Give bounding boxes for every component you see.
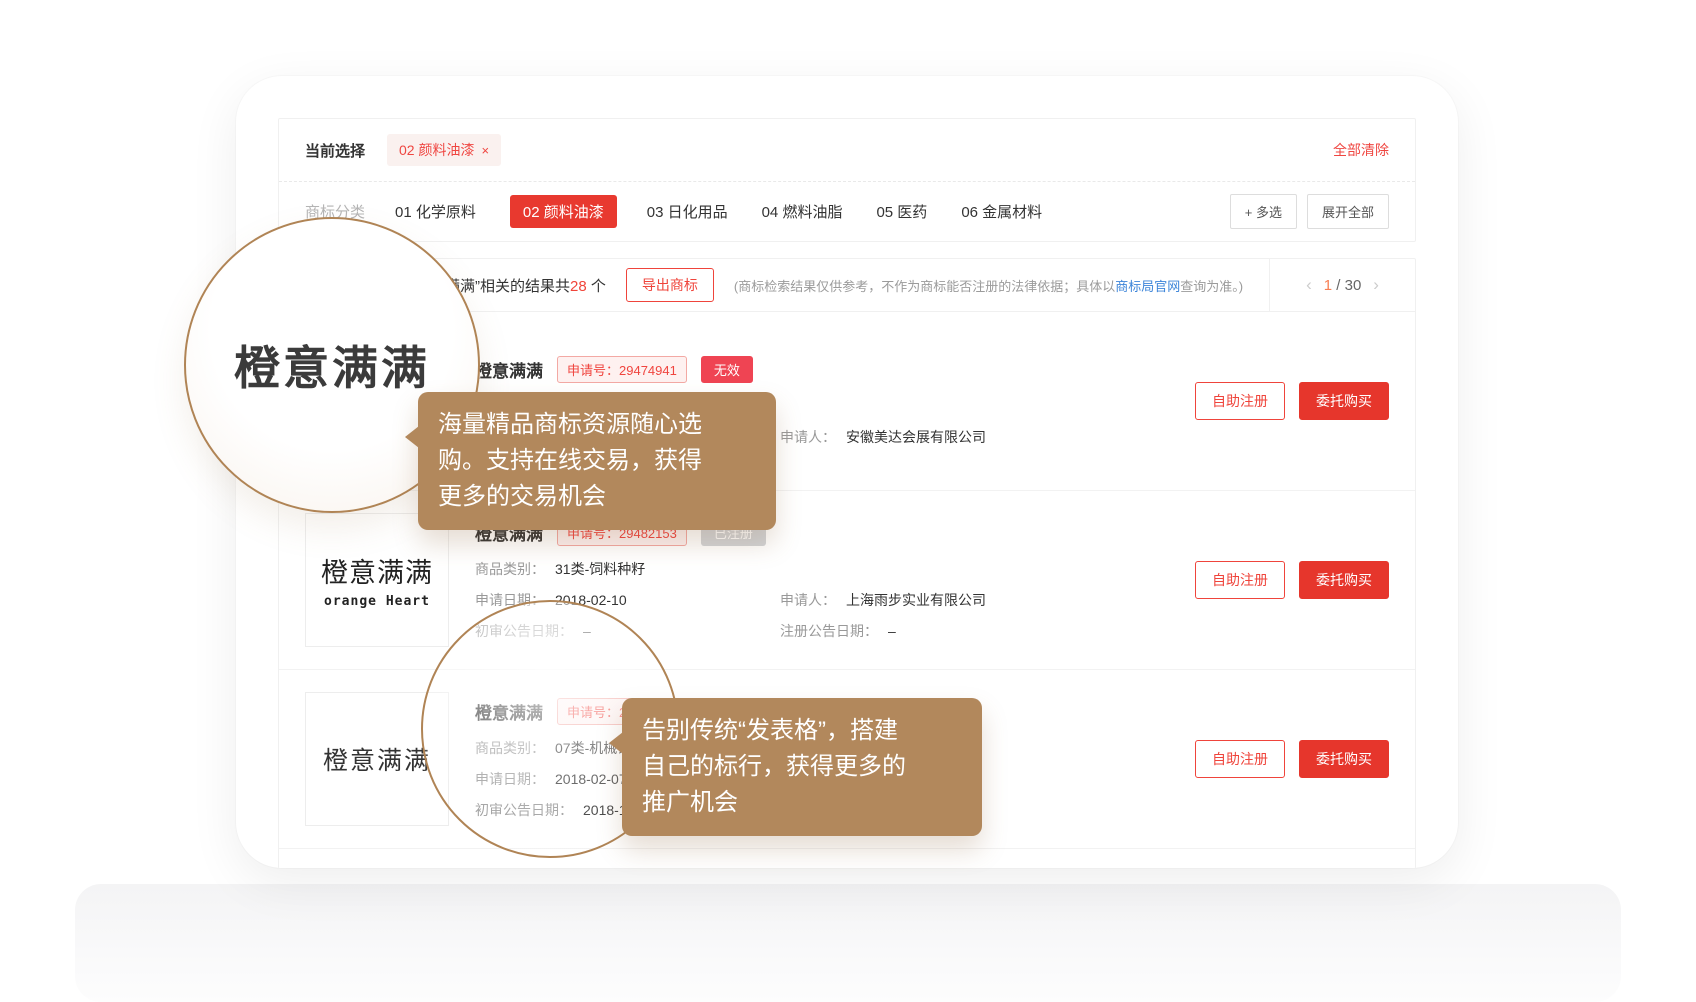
date-field-value: 2018-02-10 (555, 592, 627, 608)
remove-filter-icon[interactable]: × (481, 143, 489, 158)
trademark-title-line: 橙意满满 申请号：29474941 无效 (475, 356, 1175, 383)
page-indicator: 1 / 30 (1324, 277, 1362, 294)
first-publication-label: 初审公告日期： (475, 800, 573, 820)
date-field-label: 申请日期： (475, 769, 545, 789)
registration-publication-value: – (888, 623, 896, 639)
trademark-office-link[interactable]: 商标局官网 (1115, 279, 1180, 294)
category-chip-05[interactable]: 05 医药 (876, 195, 927, 228)
results-count-unit: 个 (587, 278, 606, 295)
trademark-details: 橙意满满 申请号：29482153 已注册 商品类别： 31类-饲料种籽 申请日… (475, 519, 1175, 641)
trademark-image: 橙意满满 orange Heart (305, 513, 449, 647)
current-selection-label: 当前选择 (305, 140, 365, 161)
application-number-label: 申请号： (567, 363, 619, 378)
prev-page-icon[interactable]: ‹ (1306, 275, 1312, 295)
application-number-label: 申请号： (567, 705, 619, 720)
trademark-image: 橙意满满 (305, 692, 449, 826)
trademark-mark-text: 橙意满满 (321, 551, 433, 590)
filter-panel: 当前选择 02 颜料油漆 × 全部清除 商标分类 01 化学原料 02 颜料油漆… (278, 118, 1416, 242)
detail-line: 申请日期： 2018-02-10 申请人： 上海雨步实业有限公司 (475, 590, 1175, 610)
pagination: ‹ 1 / 30 › (1269, 259, 1415, 311)
page-separator: / (1336, 277, 1340, 294)
date-field-label: 申请日期： (475, 590, 545, 610)
magnified-trademark-text: 橙意满满 (234, 332, 430, 398)
category-chip-06[interactable]: 06 金属材料 (961, 195, 1042, 228)
applicant-pair: 申请人： 安徽美达会展有限公司 (780, 427, 986, 447)
application-number-tag: 申请号：29474941 (557, 356, 687, 383)
registration-publication-label: 注册公告日期： (780, 621, 878, 641)
category-chip-01[interactable]: 01 化学原料 (395, 195, 476, 228)
trademark-mark-text: 橙意满满 (323, 741, 431, 777)
page: 当前选择 02 颜料油漆 × 全部清除 商标分类 01 化学原料 02 颜料油漆… (0, 0, 1696, 1002)
application-number-value: 29474941 (619, 363, 677, 378)
results-count-number: 28 (570, 278, 587, 295)
callout-line: 海量精品商标资源随心选 (438, 407, 756, 443)
category-field-label: 商品类别： (475, 559, 545, 579)
current-page: 1 (1324, 277, 1332, 294)
first-publication-value: – (583, 623, 591, 639)
status-badge: 无效 (701, 356, 753, 383)
category-field-value: 31类-饲料种籽 (555, 559, 645, 579)
clear-all-link[interactable]: 全部清除 (1333, 140, 1389, 160)
callout-line: 自己的标行，获得更多的 (642, 749, 962, 785)
multi-select-button[interactable]: + 多选 (1230, 194, 1297, 229)
expand-all-button[interactable]: 展开全部 (1307, 194, 1389, 229)
category-actions: + 多选 展开全部 (1230, 194, 1389, 229)
registration-publication-pair: 注册公告日期： – (780, 621, 896, 641)
selected-filter-tag[interactable]: 02 颜料油漆 × (387, 134, 501, 166)
callout-bubble-promotion: 告别传统“发表格”，搭建 自己的标行，获得更多的 推广机会 (622, 698, 982, 836)
category-chip-04[interactable]: 04 燃料油脂 (762, 195, 843, 228)
detail-line: 初审公告日期： – 注册公告日期： – (475, 621, 1175, 641)
first-publication-pair: 初审公告日期： – (475, 621, 780, 641)
row-actions: 自助注册 委托购买 (1195, 561, 1389, 599)
category-pair: 商品类别： 31类-饲料种籽 (475, 559, 645, 579)
export-trademarks-button[interactable]: 导出商标 (626, 268, 714, 302)
date-field-value: 2018-02-07 (555, 771, 627, 787)
self-register-button[interactable]: 自助注册 (1195, 561, 1285, 599)
category-chip-03[interactable]: 03 日化用品 (647, 195, 728, 228)
disclaimer-text: (商标检索结果仅供参考，不作为商标能否注册的法律依据；具体以商标局官网查询为准。… (734, 276, 1243, 295)
row-actions: 自助注册 委托购买 (1195, 382, 1389, 420)
row-actions: 自助注册 委托购买 (1195, 740, 1389, 778)
category-row: 商标分类 01 化学原料 02 颜料油漆 03 日化用品 04 燃料油脂 05 … (279, 182, 1415, 241)
disclaimer-post: 查询为准。) (1180, 279, 1243, 294)
category-field-label: 商品类别： (475, 738, 545, 758)
applicant-field-value: 安徽美达会展有限公司 (846, 427, 986, 447)
applicant-field-label: 申请人： (780, 590, 836, 610)
self-register-button[interactable]: 自助注册 (1195, 382, 1285, 420)
self-register-button[interactable]: 自助注册 (1195, 740, 1285, 778)
total-pages: 30 (1345, 277, 1362, 294)
callout-line: 推广机会 (642, 785, 962, 821)
callout-line: 购。支持在线交易，获得 (438, 443, 756, 479)
applicant-pair: 申请人： 上海雨步实业有限公司 (780, 590, 986, 610)
applicant-field-value: 上海雨步实业有限公司 (846, 590, 986, 610)
trademark-name[interactable]: 橙意满满 (475, 357, 543, 382)
entrusted-purchase-button[interactable]: 委托购买 (1299, 561, 1389, 599)
callout-line: 更多的交易机会 (438, 479, 756, 515)
first-publication-label: 初审公告日期： (475, 621, 573, 641)
selected-filter-tag-text: 02 颜料油漆 (399, 140, 474, 160)
date-pair: 申请日期： 2018-02-10 (475, 590, 780, 610)
laptop-base-bar (75, 884, 1621, 1002)
entrusted-purchase-button[interactable]: 委托购买 (1299, 740, 1389, 778)
current-selection-row: 当前选择 02 颜料油漆 × 全部清除 (279, 119, 1415, 181)
entrusted-purchase-button[interactable]: 委托购买 (1299, 382, 1389, 420)
applicant-field-label: 申请人： (780, 427, 836, 447)
trademark-name[interactable]: 橙意满满 (475, 699, 543, 724)
category-chip-02-selected[interactable]: 02 颜料油漆 (510, 195, 617, 228)
disclaimer-pre: (商标检索结果仅供参考，不作为商标能否注册的法律依据；具体以 (734, 279, 1115, 294)
callout-bubble-marketplace: 海量精品商标资源随心选 购。支持在线交易，获得 更多的交易机会 (418, 392, 776, 530)
detail-line: 商品类别： 31类-饲料种籽 (475, 559, 1175, 579)
next-page-icon[interactable]: › (1373, 275, 1379, 295)
trademark-mark-subtext: orange Heart (324, 594, 430, 609)
callout-line: 告别传统“发表格”，搭建 (642, 713, 962, 749)
